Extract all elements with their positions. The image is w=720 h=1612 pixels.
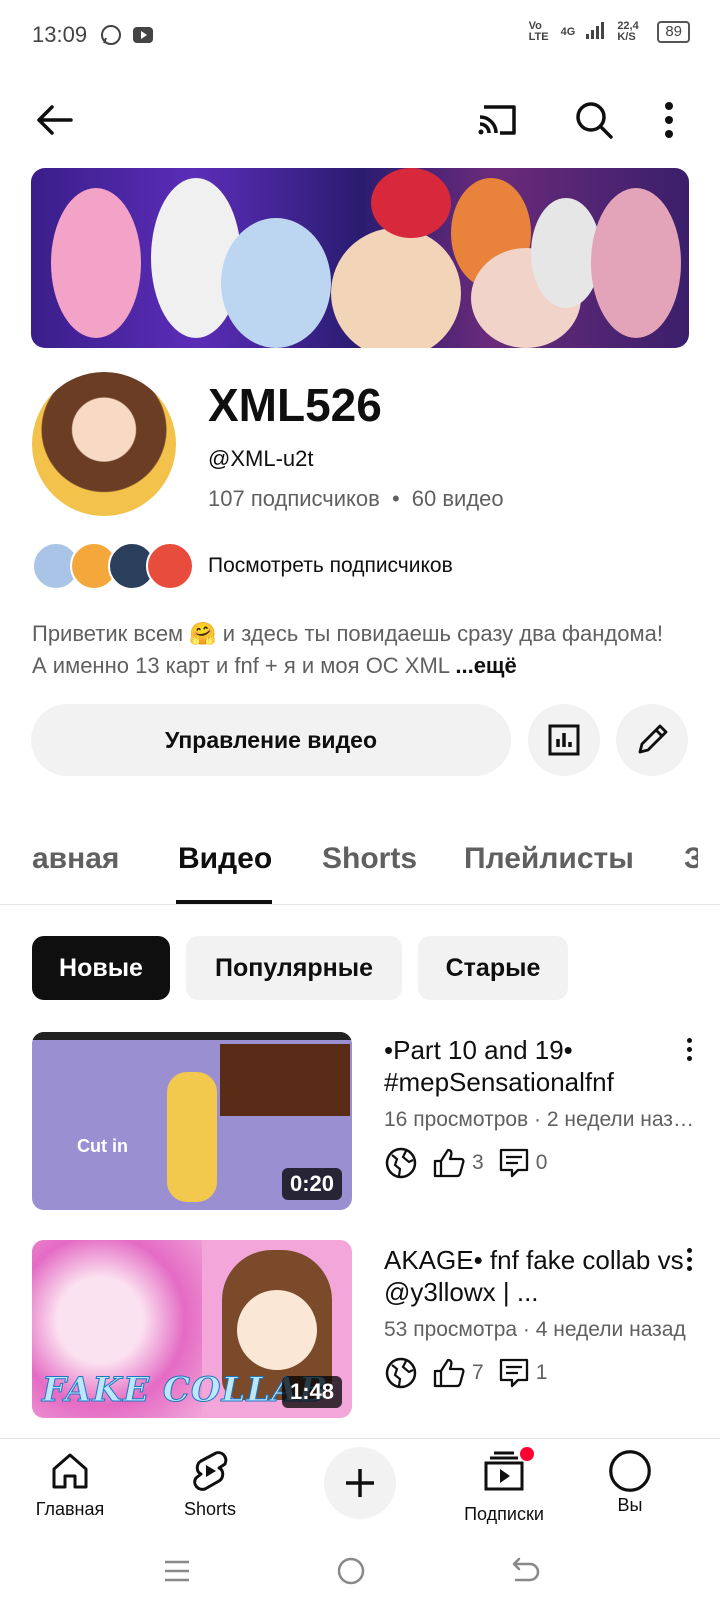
video-thumbnail[interactable]: Cut in 0:20 [32, 1032, 352, 1210]
likes-stat: 7 [432, 1357, 484, 1389]
create-button[interactable] [324, 1447, 396, 1519]
channel-handle: @XML-u2t [208, 446, 314, 471]
analytics-button[interactable] [528, 704, 600, 776]
globe-icon [385, 1147, 417, 1179]
back-system-button[interactable] [510, 1556, 540, 1591]
video-title[interactable]: AKAGE• fnf fake collab vs @y3llowx | ... [384, 1244, 684, 1308]
video-stats: 3 0 [384, 1146, 547, 1180]
chip-popular[interactable]: Популярные [186, 936, 402, 1000]
likes-stat: 3 [432, 1147, 484, 1179]
like-count: 7 [472, 1361, 484, 1384]
battery-indicator: 89 [657, 20, 690, 43]
youtube-status-icon [132, 26, 154, 49]
comment-count: 0 [535, 1151, 548, 1174]
thumb-text: Cut in [77, 1136, 128, 1156]
you-icon [609, 1450, 651, 1492]
home-icon [52, 1453, 88, 1489]
search-button[interactable] [570, 96, 618, 144]
system-navigation [0, 1542, 720, 1612]
bottom-navigation: Главная Shorts Подписки Вы [0, 1438, 720, 1543]
manage-videos-button[interactable]: Управление видео [31, 704, 511, 776]
video-duration: 0:20 [281, 1168, 342, 1200]
back-arrow-icon [37, 105, 73, 135]
nav-you-label: Вы [617, 1495, 643, 1515]
back-button[interactable] [30, 96, 78, 144]
analytics-icon [548, 724, 580, 756]
tab-home[interactable]: авная [32, 842, 119, 876]
comment-icon [499, 1148, 528, 1178]
visibility-public [384, 1146, 418, 1180]
thumbs-up-icon [433, 1358, 465, 1388]
create-icon [346, 1469, 374, 1497]
more-vert-icon [665, 102, 673, 138]
notification-dot [520, 1447, 534, 1461]
status-time: 13:09 [32, 22, 88, 47]
nav-shorts-label: Shorts [183, 1499, 237, 1519]
video-menu-button[interactable] [684, 1248, 694, 1271]
description-more[interactable]: ...ещё [455, 653, 516, 678]
cast-icon [478, 105, 516, 135]
tab-next[interactable]: З [684, 842, 698, 876]
subscriber-avatar [146, 542, 194, 590]
comment-count: 1 [535, 1361, 548, 1384]
recents-button[interactable] [162, 1556, 192, 1591]
view-subscribers-link[interactable]: Посмотреть подписчиков [208, 554, 453, 578]
nav-subscriptions-label: Подписки [464, 1504, 544, 1524]
network-type: 4G [560, 25, 576, 38]
more-options-button[interactable] [654, 96, 684, 144]
net-speed: 22,4 K/S [617, 19, 639, 43]
nav-create[interactable] [300, 1447, 420, 1519]
nav-subscriptions[interactable]: Подписки [444, 1447, 564, 1525]
tab-videos[interactable]: Видео [178, 842, 272, 876]
chip-oldest[interactable]: Старые [418, 936, 568, 1000]
video-stats: 7 1 [384, 1356, 547, 1390]
description-text: Приветик всем 🤗 и здесь ты повидаешь сра… [32, 621, 663, 678]
circle-home-icon [337, 1557, 365, 1585]
separator-dot: • [391, 486, 400, 511]
globe-icon [385, 1357, 417, 1389]
channel-stats: 107 подписчиков • 60 видео [208, 486, 504, 512]
subscriber-avatars[interactable] [32, 542, 194, 590]
tab-playlists[interactable]: Плейлисты [464, 842, 634, 876]
home-system-button[interactable] [336, 1556, 366, 1591]
pencil-icon [638, 724, 668, 754]
cast-button[interactable] [474, 96, 522, 144]
volte-label: Vo LTE [528, 19, 549, 43]
video-thumbnail[interactable]: FAKE COLLAB 1:48 [32, 1240, 352, 1418]
channel-name: XML526 [208, 379, 382, 431]
channel-description[interactable]: Приветик всем 🤗 и здесь ты повидаешь сра… [32, 618, 682, 682]
nav-home-label: Главная [35, 1499, 105, 1519]
shorts-icon [193, 1451, 228, 1491]
video-meta: 16 просмотров · 2 недели назад [384, 1108, 694, 1131]
status-icons: Vo LTE 4G 22,4 K/S 89 [529, 20, 690, 43]
whatsapp-icon [100, 24, 122, 51]
nav-home[interactable]: Главная [10, 1449, 130, 1520]
channel-avatar[interactable] [32, 372, 176, 516]
video-title[interactable]: •Part 10 and 19• #mepSensationalfnf [384, 1034, 684, 1098]
nav-shorts[interactable]: Shorts [150, 1449, 270, 1520]
channel-banner [31, 168, 689, 348]
back-system-icon [512, 1557, 540, 1582]
video-meta: 53 просмотра · 4 недели назад [384, 1318, 686, 1341]
comment-icon [499, 1358, 528, 1388]
edit-channel-button[interactable] [616, 704, 688, 776]
subscriber-count: 107 подписчиков [208, 486, 380, 511]
visibility-public [384, 1356, 418, 1390]
tab-shorts[interactable]: Shorts [322, 842, 417, 876]
channel-tabs: авная Видео Shorts Плейлисты З [0, 812, 720, 905]
comments-stat: 1 [498, 1357, 548, 1389]
like-count: 3 [472, 1151, 484, 1174]
thumbs-up-icon [433, 1148, 465, 1178]
search-icon [576, 102, 613, 139]
comments-stat: 0 [498, 1147, 548, 1179]
video-duration: 1:48 [281, 1376, 342, 1408]
chip-newest[interactable]: Новые [32, 936, 170, 1000]
video-menu-button[interactable] [684, 1038, 694, 1061]
nav-you[interactable]: Вы [570, 1449, 690, 1516]
signal-icon [585, 20, 607, 43]
menu-icon [165, 1560, 189, 1582]
active-tab-indicator [176, 900, 272, 904]
video-count: 60 видео [411, 486, 504, 511]
